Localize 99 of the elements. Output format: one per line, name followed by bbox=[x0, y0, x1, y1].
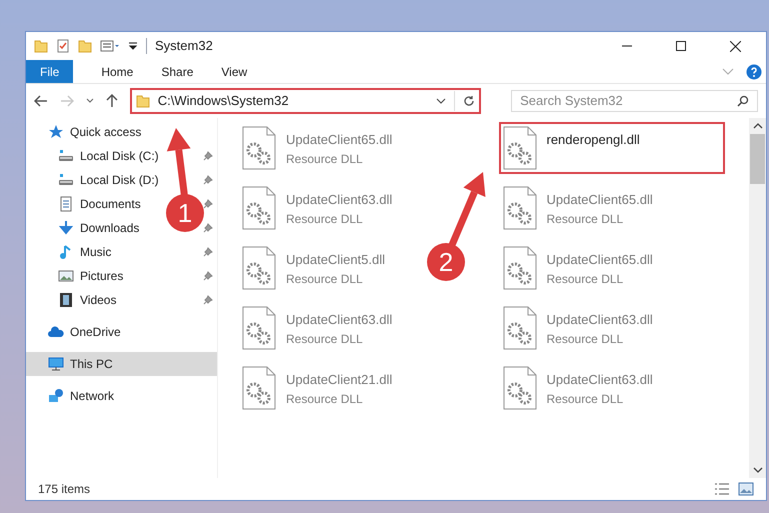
chevron-down-icon[interactable] bbox=[436, 98, 446, 104]
up-arrow-icon[interactable] bbox=[106, 94, 118, 108]
maximize-icon bbox=[676, 41, 686, 51]
file-type: Resource DLL bbox=[286, 390, 364, 408]
file-type: Resource DLL bbox=[546, 390, 624, 408]
address-bar[interactable]: C:\Windows\System32 bbox=[130, 88, 482, 114]
gear-file-icon bbox=[502, 246, 536, 290]
search-icon bbox=[737, 95, 750, 107]
file-type: Resource DLL bbox=[286, 270, 364, 288]
file-tile[interactable]: UpdateClient5.dll Resource DLL bbox=[238, 242, 390, 294]
cloud-icon bbox=[48, 324, 64, 340]
download-icon bbox=[58, 220, 74, 236]
network-icon bbox=[48, 388, 64, 404]
file-name: renderopengl.dll bbox=[546, 131, 640, 149]
back-arrow-icon[interactable] bbox=[34, 95, 48, 107]
search-placeholder: Search System32 bbox=[520, 92, 624, 110]
file-name: UpdateClient21.dll bbox=[286, 371, 392, 389]
sidebar-item[interactable]: Music bbox=[48, 240, 112, 264]
file-type: Resource DLL bbox=[286, 150, 364, 168]
file-type: Resource DLL bbox=[546, 210, 624, 228]
pin-icon[interactable] bbox=[203, 175, 213, 185]
gear-file-icon bbox=[242, 306, 276, 350]
step-number: 2 bbox=[438, 247, 454, 277]
gear-file-icon bbox=[502, 126, 536, 170]
gear-file-icon bbox=[242, 126, 276, 170]
file-name: UpdateClient63.dll bbox=[546, 371, 653, 389]
file-type: Resource DLL bbox=[286, 330, 364, 348]
file-tile[interactable]: UpdateClient65.dll Resource DLL bbox=[238, 122, 396, 174]
file-tile[interactable]: UpdateClient65.dll Resource DLL bbox=[498, 242, 657, 294]
folder-icon bbox=[136, 94, 150, 108]
step-badge bbox=[427, 243, 465, 281]
file-tile[interactable]: renderopengl.dll bbox=[498, 122, 724, 174]
search-field[interactable]: Search System32 bbox=[511, 90, 758, 112]
address-path: C:\Windows\System32 bbox=[158, 92, 290, 110]
file-name: UpdateClient63.dll bbox=[286, 311, 392, 329]
file-tile[interactable]: UpdateClient65.dll Resource DLL bbox=[498, 182, 657, 234]
file-type: Resource DLL bbox=[286, 210, 364, 228]
picture-icon bbox=[58, 268, 74, 284]
sidebar-item[interactable]: OneDrive bbox=[48, 320, 121, 344]
large-icons-view-icon[interactable] bbox=[738, 482, 754, 496]
gear-file-icon bbox=[502, 366, 536, 410]
gear-file-icon bbox=[242, 246, 276, 290]
step-number: 1 bbox=[178, 198, 192, 228]
file-tile[interactable]: UpdateClient21.dll Resource DLL bbox=[238, 362, 396, 414]
drive-icon bbox=[58, 172, 74, 188]
properties-icon[interactable] bbox=[100, 39, 120, 53]
gear-file-icon bbox=[242, 366, 276, 410]
star-icon bbox=[48, 124, 64, 140]
sidebar-item[interactable]: Local Disk (D:) bbox=[48, 168, 159, 192]
folder-icon[interactable] bbox=[78, 39, 92, 53]
sidebar-item[interactable]: Quick access bbox=[48, 120, 142, 144]
ribbon-tab[interactable]: File bbox=[26, 60, 74, 83]
gear-file-icon bbox=[502, 186, 536, 230]
sidebar-item[interactable]: Downloads bbox=[48, 216, 140, 240]
file-name: UpdateClient5.dll bbox=[286, 251, 386, 269]
pin-icon[interactable] bbox=[203, 151, 213, 161]
help-icon[interactable] bbox=[746, 64, 762, 80]
file-tile[interactable]: UpdateClient63.dll Resource DLL bbox=[238, 302, 396, 354]
sidebar-item[interactable]: Documents bbox=[48, 192, 141, 216]
pin-icon[interactable] bbox=[203, 295, 213, 305]
file-name: UpdateClient63.dll bbox=[286, 191, 392, 209]
close-icon bbox=[730, 40, 740, 52]
refresh-icon[interactable] bbox=[463, 95, 476, 107]
file-name: UpdateClient65.dll bbox=[546, 251, 653, 269]
pin-icon[interactable] bbox=[203, 271, 213, 281]
pin-icon[interactable] bbox=[203, 199, 213, 209]
gear-file-icon bbox=[502, 306, 536, 350]
document-icon bbox=[58, 196, 74, 212]
file-type: Resource DLL bbox=[546, 270, 624, 288]
file-name: UpdateClient65.dll bbox=[546, 191, 653, 209]
checklist-icon[interactable] bbox=[56, 39, 70, 53]
chevron-down-icon[interactable] bbox=[86, 98, 94, 104]
window-title: System32 bbox=[155, 37, 213, 56]
scrollbar-thumb[interactable] bbox=[750, 134, 765, 184]
file-name: UpdateClient63.dll bbox=[546, 311, 653, 329]
file-tile[interactable]: UpdateClient63.dll Resource DLL bbox=[238, 182, 396, 234]
file-tile[interactable]: UpdateClient63.dll Resource DLL bbox=[498, 302, 657, 354]
details-view-icon[interactable] bbox=[714, 482, 730, 496]
ribbon-tab[interactable]: View bbox=[207, 60, 262, 83]
sidebar-item[interactable]: Pictures bbox=[48, 264, 124, 288]
ribbon-tab[interactable]: Share bbox=[147, 60, 208, 83]
pin-icon[interactable] bbox=[203, 223, 213, 233]
ribbon-tab[interactable]: Home bbox=[87, 60, 148, 83]
sidebar-item[interactable]: Local Disk (C:) bbox=[48, 144, 159, 168]
gear-file-icon bbox=[242, 186, 276, 230]
file-name: UpdateClient65.dll bbox=[286, 131, 392, 149]
dropdown-icon[interactable] bbox=[128, 41, 138, 51]
pin-icon[interactable] bbox=[203, 247, 213, 257]
sidebar-item[interactable]: Videos bbox=[48, 288, 116, 312]
file-tile[interactable]: UpdateClient63.dll Resource DLL bbox=[498, 362, 657, 414]
sidebar-item[interactable]: Network bbox=[48, 384, 114, 408]
step-badge bbox=[166, 194, 204, 232]
scrollbar[interactable] bbox=[749, 118, 766, 478]
folder-icon[interactable] bbox=[34, 39, 48, 53]
file-type: Resource DLL bbox=[546, 330, 624, 348]
video-icon bbox=[58, 292, 74, 308]
drive-icon bbox=[58, 148, 74, 164]
item-count: 175 items bbox=[38, 481, 92, 498]
computer-icon bbox=[48, 356, 64, 372]
